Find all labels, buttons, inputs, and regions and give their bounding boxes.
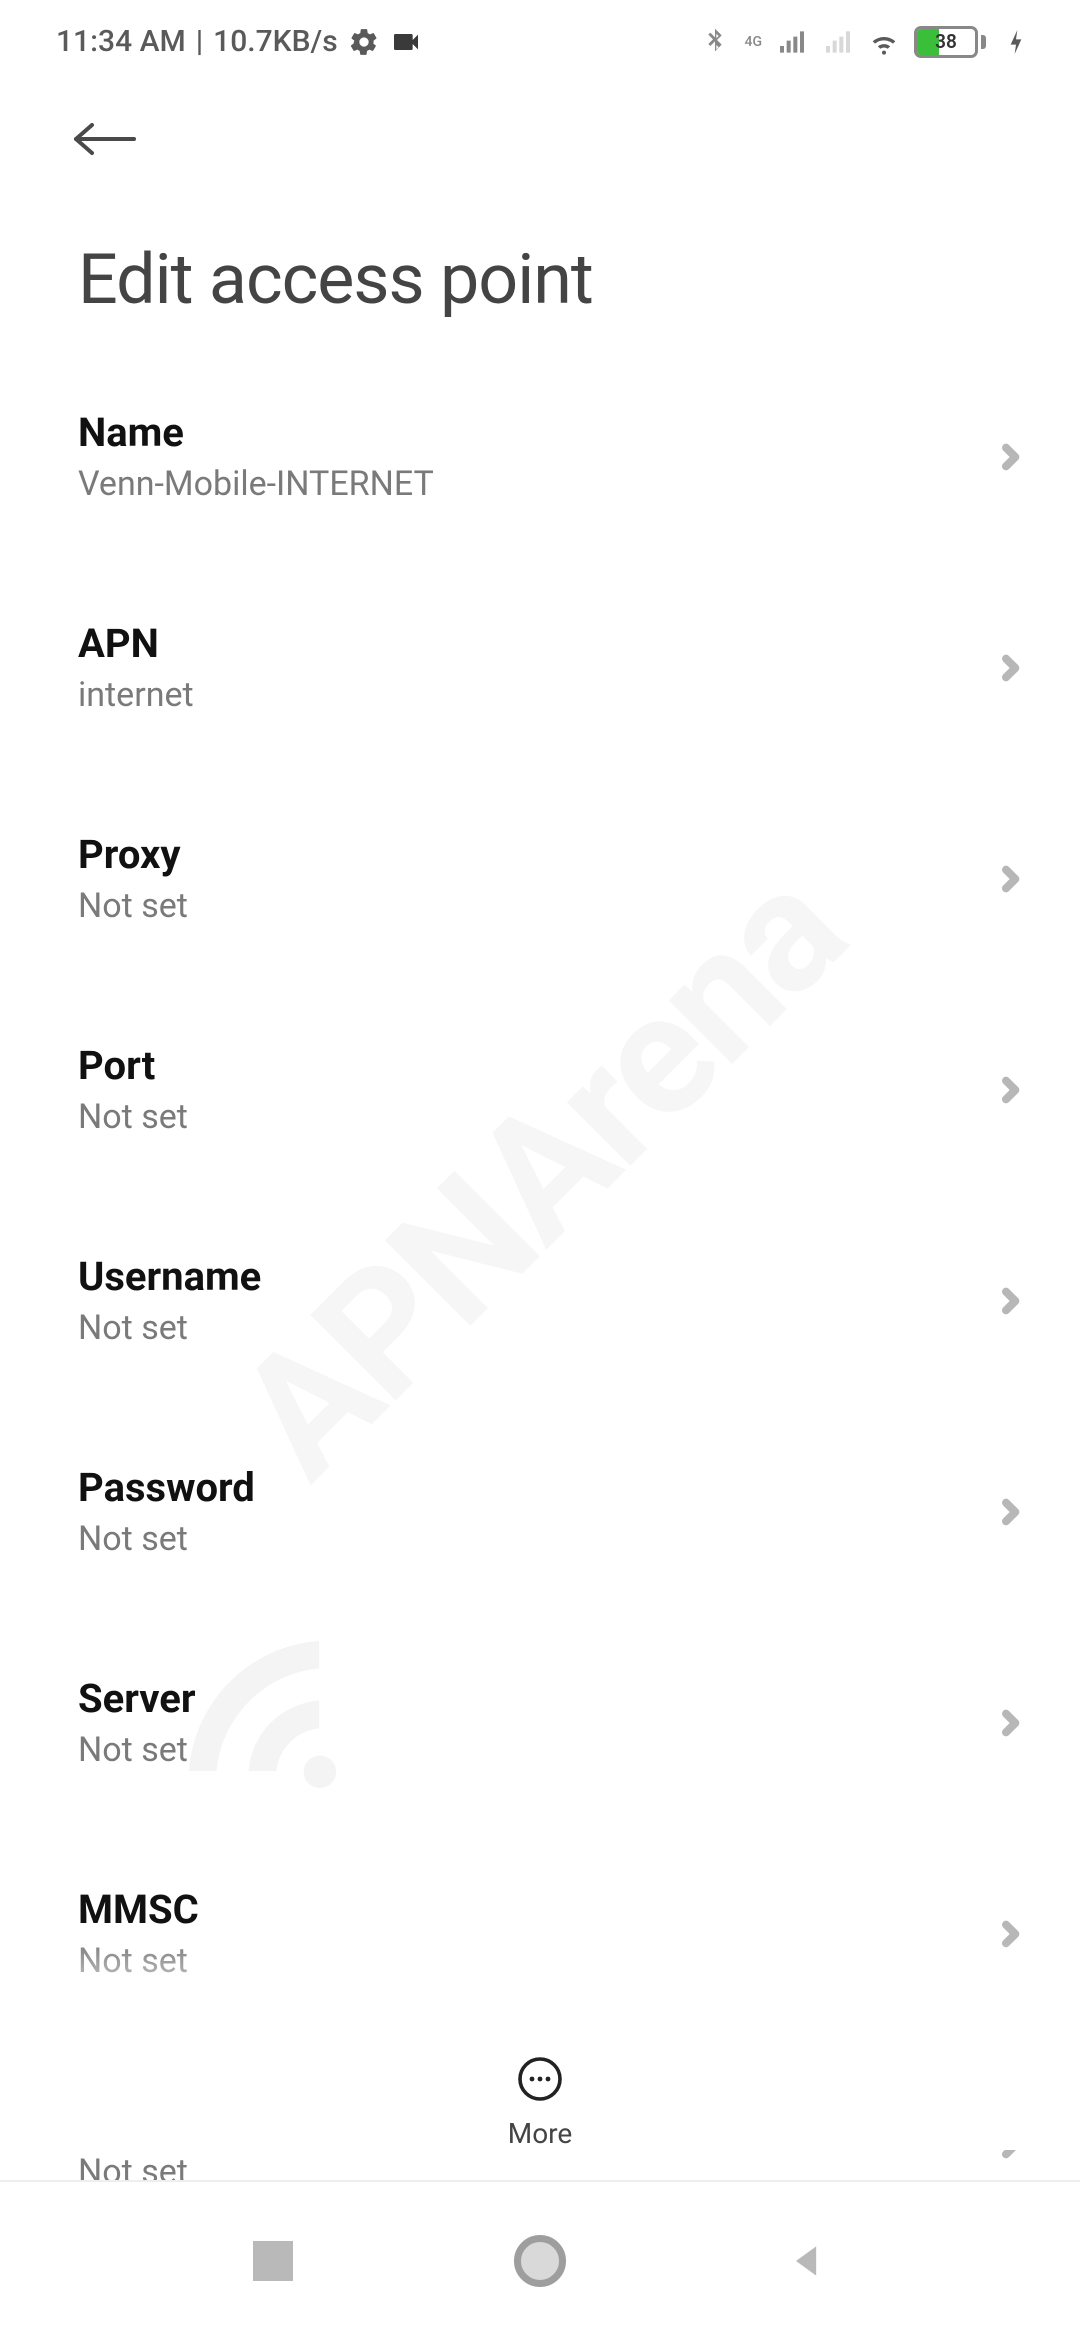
- row-label: Name: [78, 409, 434, 456]
- row-name[interactable]: Name Venn-Mobile-INTERNET: [78, 351, 1036, 562]
- row-label: APN: [78, 620, 194, 667]
- chevron-right-icon: [994, 1496, 1026, 1528]
- row-apn[interactable]: APN internet: [78, 562, 1036, 773]
- back-button[interactable]: [0, 79, 1080, 163]
- row-value: Not set: [78, 886, 188, 926]
- nav-back-button[interactable]: [777, 2231, 837, 2291]
- status-bar: 11:34 AM | 10.7KB/s 4G 38: [0, 0, 1080, 79]
- page-title: Edit access point: [0, 163, 1080, 351]
- status-speed: 10.7KB/s: [213, 24, 338, 59]
- status-right: 4G 38: [699, 26, 1033, 58]
- row-label: Proxy: [78, 831, 188, 878]
- battery-percent: 38: [917, 30, 975, 53]
- signal-sim1-icon: [776, 26, 808, 58]
- signal-sim2-icon: [822, 26, 854, 58]
- row-proxy[interactable]: Proxy Not set: [78, 773, 1036, 984]
- row-value: Not set: [78, 1941, 199, 1981]
- camera-icon: [390, 26, 422, 58]
- arrow-left-icon: [70, 119, 140, 159]
- chevron-right-icon: [994, 652, 1026, 684]
- row-value: Not set: [78, 1519, 255, 1559]
- row-label: Password: [78, 1464, 255, 1511]
- row-mmsc[interactable]: MMSC Not set: [78, 1828, 1036, 2039]
- battery-indicator: 38: [914, 26, 986, 58]
- nav-home-button[interactable]: [510, 2231, 570, 2291]
- system-nav-bar: [0, 2180, 1080, 2340]
- gear-icon: [348, 26, 380, 58]
- row-password[interactable]: Password Not set: [78, 1406, 1036, 1617]
- bluetooth-icon: [699, 26, 731, 58]
- triangle-left-icon: [785, 2239, 829, 2283]
- status-time: 11:34 AM: [56, 24, 186, 59]
- chevron-right-icon: [994, 1918, 1026, 1950]
- charging-icon: [1000, 26, 1032, 58]
- chevron-right-icon: [994, 1074, 1026, 1106]
- row-value: Venn-Mobile-INTERNET: [78, 464, 434, 504]
- chevron-right-icon: [994, 863, 1026, 895]
- more-icon: [516, 2055, 564, 2103]
- row-label: MMSC: [78, 1886, 199, 1933]
- more-label: More: [508, 2117, 573, 2150]
- row-label: Port: [78, 1042, 188, 1089]
- row-value: Not set: [78, 1308, 261, 1348]
- row-value: Not set: [78, 1097, 188, 1137]
- row-label: Username: [78, 1253, 261, 1300]
- chevron-right-icon: [994, 441, 1026, 473]
- row-value: internet: [78, 675, 194, 715]
- bottom-actions: More: [0, 2033, 1080, 2150]
- row-server[interactable]: Server Not set: [78, 1617, 1036, 1828]
- square-icon: [253, 2241, 293, 2281]
- circle-icon: [514, 2235, 566, 2287]
- network-4g-label: 4G: [745, 35, 763, 49]
- row-port[interactable]: Port Not set: [78, 984, 1036, 1195]
- chevron-right-icon: [994, 1285, 1026, 1317]
- row-label: Server: [78, 1675, 195, 1722]
- row-value: Not set: [78, 1730, 195, 1770]
- wifi-icon: [868, 26, 900, 58]
- settings-list: Name Venn-Mobile-INTERNET APN internet P…: [0, 351, 1080, 2250]
- chevron-right-icon: [994, 1707, 1026, 1739]
- row-username[interactable]: Username Not set: [78, 1195, 1036, 1406]
- more-button[interactable]: More: [508, 2055, 573, 2150]
- status-left: 11:34 AM | 10.7KB/s: [56, 24, 422, 59]
- nav-recents-button[interactable]: [243, 2231, 303, 2291]
